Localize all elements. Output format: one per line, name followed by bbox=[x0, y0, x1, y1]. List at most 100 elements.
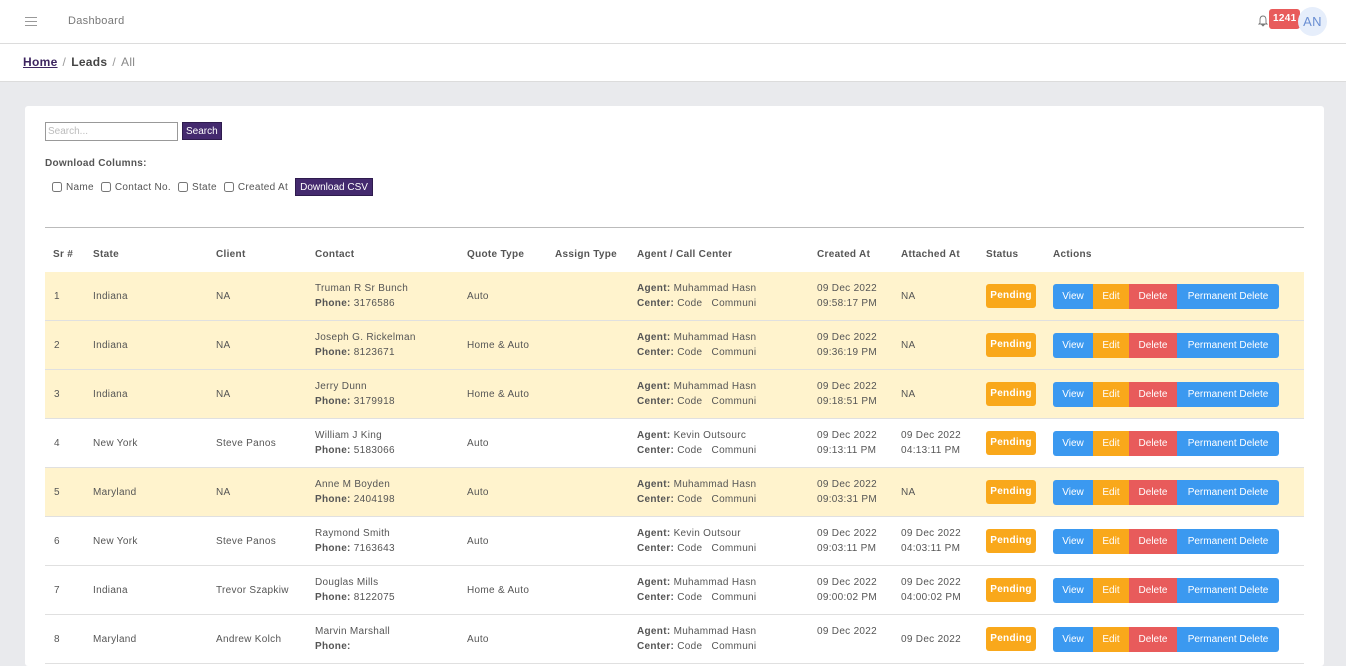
search-input[interactable] bbox=[45, 122, 178, 141]
phone-label: Phone: bbox=[315, 445, 351, 456]
permanent-delete-button[interactable]: Permanent Delete bbox=[1177, 578, 1279, 603]
agent-label: Agent: bbox=[637, 528, 671, 539]
view-button[interactable]: View bbox=[1053, 480, 1093, 505]
permanent-delete-button[interactable]: Permanent Delete bbox=[1177, 627, 1279, 652]
permanent-delete-button[interactable]: Permanent Delete bbox=[1177, 431, 1279, 456]
view-button[interactable]: View bbox=[1053, 284, 1093, 309]
center-label: Center: bbox=[637, 592, 675, 603]
contact-checkbox[interactable] bbox=[100, 182, 111, 192]
view-button[interactable]: View bbox=[1053, 627, 1093, 652]
cell-quote-type: Auto bbox=[467, 487, 489, 498]
cell-contact-phone: Phone: 3179918 bbox=[315, 396, 395, 407]
edit-button[interactable]: Edit bbox=[1093, 382, 1129, 407]
cell-contact-name: Raymond Smith bbox=[315, 528, 391, 539]
row-actions: View Edit Delete Permanent Delete bbox=[1053, 529, 1279, 554]
cell-contact-phone: Phone: 8122075 bbox=[315, 592, 395, 603]
agent-value: Muhammad Hasn bbox=[673, 479, 757, 490]
cell-state: Indiana bbox=[93, 389, 128, 400]
delete-button[interactable]: Delete bbox=[1129, 529, 1177, 554]
column-header-client[interactable]: Client bbox=[216, 249, 246, 260]
permanent-delete-button[interactable]: Permanent Delete bbox=[1177, 480, 1279, 505]
status-badge: Pending bbox=[986, 627, 1036, 651]
column-header-status[interactable]: Status bbox=[986, 249, 1018, 260]
agent-label: Agent: bbox=[637, 381, 671, 392]
delete-button[interactable]: Delete bbox=[1129, 284, 1177, 309]
edit-button[interactable]: Edit bbox=[1093, 284, 1129, 309]
view-button[interactable]: View bbox=[1053, 529, 1093, 554]
column-option-contact[interactable]: Contact No. bbox=[100, 182, 171, 193]
column-option-label: State bbox=[191, 181, 217, 193]
phone-value: 7163643 bbox=[353, 543, 395, 554]
edit-button[interactable]: Edit bbox=[1093, 529, 1129, 554]
column-header-attached-at[interactable]: Attached At bbox=[901, 249, 960, 260]
column-header-state[interactable]: State bbox=[93, 249, 119, 260]
cell-created-date: 09 Dec 2022 bbox=[817, 479, 878, 490]
download-csv-button[interactable]: Download CSV bbox=[295, 178, 373, 196]
cell-agent: Agent: Muhammad Hasn bbox=[637, 479, 756, 490]
delete-button[interactable]: Delete bbox=[1129, 333, 1177, 358]
column-option-name[interactable]: Name bbox=[52, 182, 94, 193]
breadcrumb-leads[interactable]: Leads bbox=[71, 55, 107, 69]
center-label: Center: bbox=[637, 298, 675, 309]
phone-label: Phone: bbox=[315, 298, 351, 309]
breadcrumb-current: All bbox=[121, 55, 136, 69]
center-label: Center: bbox=[637, 494, 675, 505]
cell-attached-date: NA bbox=[901, 487, 916, 498]
column-header-assign-type[interactable]: Assign Type bbox=[555, 249, 617, 260]
cell-agent: Agent: Muhammad Hasn bbox=[637, 381, 756, 392]
view-button[interactable]: View bbox=[1053, 382, 1093, 407]
edit-button[interactable]: Edit bbox=[1093, 627, 1129, 652]
cell-created-date: 09 Dec 2022 bbox=[817, 332, 878, 343]
cell-quote-type: Auto bbox=[467, 634, 489, 645]
name-checkbox[interactable] bbox=[52, 182, 62, 192]
search-button[interactable]: Search bbox=[182, 122, 222, 140]
cell-agent: Agent: Kevin Outsourc bbox=[637, 430, 746, 441]
permanent-delete-button[interactable]: Permanent Delete bbox=[1177, 382, 1279, 407]
cell-created-time: 09:18:51 PM bbox=[817, 396, 878, 407]
state-checkbox[interactable] bbox=[177, 182, 188, 192]
view-button[interactable]: View bbox=[1053, 578, 1093, 603]
cell-created-time: 09:03:11 PM bbox=[817, 543, 877, 554]
cell-contact-phone: Phone: 8123671 bbox=[315, 347, 395, 358]
column-option-state[interactable]: State bbox=[177, 181, 217, 193]
column-header-sr[interactable]: Sr # bbox=[53, 249, 73, 260]
edit-button[interactable]: Edit bbox=[1093, 431, 1129, 456]
delete-button[interactable]: Delete bbox=[1129, 578, 1177, 603]
column-header-agent[interactable]: Agent / Call Center bbox=[637, 249, 732, 260]
permanent-delete-button[interactable]: Permanent Delete bbox=[1177, 333, 1279, 358]
permanent-delete-button[interactable]: Permanent Delete bbox=[1177, 284, 1279, 309]
cell-client: NA bbox=[216, 291, 231, 302]
phone-value: 8123671 bbox=[353, 347, 395, 358]
status-badge: Pending bbox=[986, 529, 1036, 553]
agent-label: Agent: bbox=[637, 577, 671, 588]
delete-button[interactable]: Delete bbox=[1129, 431, 1177, 456]
cell-sr: 6 bbox=[54, 536, 60, 547]
delete-button[interactable]: Delete bbox=[1129, 382, 1177, 407]
download-columns-label: Download Columns: bbox=[45, 158, 147, 169]
cell-sr: 2 bbox=[54, 340, 60, 351]
column-header-created-at[interactable]: Created At bbox=[817, 249, 870, 260]
created-at-checkbox[interactable] bbox=[223, 182, 234, 192]
view-button[interactable]: View bbox=[1053, 333, 1093, 358]
column-header-quote-type[interactable]: Quote Type bbox=[467, 249, 524, 260]
edit-button[interactable]: Edit bbox=[1093, 333, 1129, 358]
edit-button[interactable]: Edit bbox=[1093, 578, 1129, 603]
cell-attached-date: NA bbox=[901, 389, 916, 400]
delete-button[interactable]: Delete bbox=[1129, 480, 1177, 505]
status-badge: Pending bbox=[986, 284, 1036, 308]
breadcrumb-home-link[interactable]: Home bbox=[23, 55, 58, 69]
edit-button[interactable]: Edit bbox=[1093, 480, 1129, 505]
cell-agent: Agent: Muhammad Hasn bbox=[637, 332, 756, 343]
bell-icon[interactable] bbox=[1258, 15, 1268, 27]
cell-quote-type: Auto bbox=[467, 536, 489, 547]
user-avatar[interactable]: AN bbox=[1298, 7, 1327, 36]
column-option-created-at[interactable]: Created At bbox=[223, 182, 288, 193]
column-header-contact[interactable]: Contact bbox=[315, 249, 354, 260]
notification-count-badge[interactable]: 1241 bbox=[1269, 9, 1301, 29]
view-button[interactable]: View bbox=[1053, 431, 1093, 456]
permanent-delete-button[interactable]: Permanent Delete bbox=[1177, 529, 1279, 554]
delete-button[interactable]: Delete bbox=[1129, 627, 1177, 652]
hamburger-menu-icon[interactable] bbox=[25, 17, 37, 27]
center-label: Center: bbox=[637, 641, 675, 652]
agent-value: Kevin Outsourc bbox=[673, 430, 747, 441]
